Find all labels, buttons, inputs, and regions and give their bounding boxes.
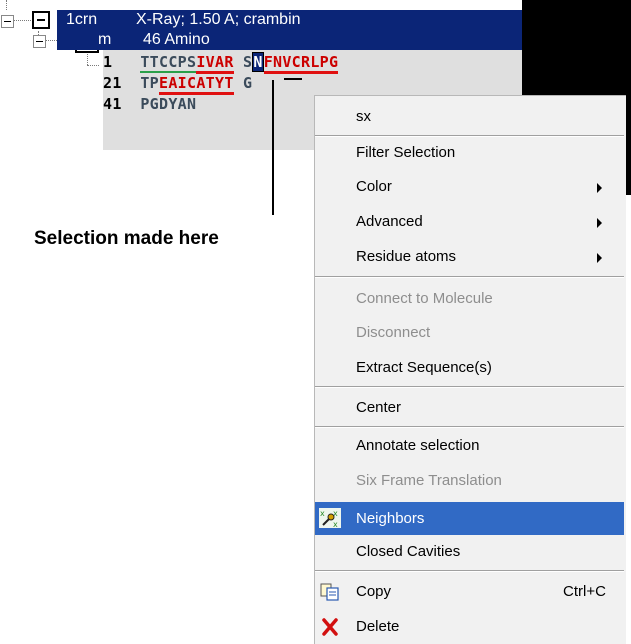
sequence-segment[interactable]: TP (140, 74, 159, 92)
sequence-line-1[interactable]: 1 TTCCPSIVAR SNFNVCRLPG (103, 52, 339, 74)
sequence-line-2[interactable]: 21 TPEAICATYT G (103, 74, 253, 95)
menu-separator (315, 386, 624, 388)
tree-line (87, 65, 99, 66)
selected-residues[interactable]: EAICATYT (159, 74, 234, 95)
menu-item-disconnect[interactable]: Disconnect (315, 319, 624, 347)
context-menu: sx Filter Selection Color Advanced Resid… (314, 95, 626, 644)
menu-item-label: Closed Cavities (356, 543, 461, 560)
sequence-segment[interactable]: G (234, 74, 253, 92)
structure-description: X-Ray; 1.50 A; crambin (136, 11, 301, 28)
menu-item-closed-cavities[interactable]: Closed Cavities (315, 538, 624, 566)
menu-item-label: Color (356, 178, 392, 195)
cursor-residue[interactable]: N (252, 52, 264, 72)
menu-item-label: Copy (356, 583, 392, 600)
menu-item-neighbors[interactable]: x x x Neighbors (315, 502, 624, 535)
submenu-arrow-icon (597, 183, 602, 193)
menu-item-advanced[interactable]: Advanced (315, 208, 624, 236)
svg-text:x: x (333, 520, 338, 528)
menu-item-label: Annotate selection (356, 437, 480, 454)
sequence-segment[interactable]: S (234, 53, 253, 71)
residue-number: 1 (103, 53, 113, 71)
annotation-pointer (272, 80, 274, 215)
menu-item-label: Disconnect (356, 324, 431, 341)
tree-line (14, 20, 31, 21)
menu-separator (315, 570, 624, 572)
collapse-icon[interactable] (33, 35, 46, 48)
svg-text:x: x (320, 509, 325, 518)
menu-item-sx[interactable]: sx (315, 103, 624, 131)
copy-icon (320, 583, 339, 601)
collapse-toggle-1crn[interactable] (32, 11, 50, 29)
menu-item-extract-sequences[interactable]: Extract Sequence(s) (315, 354, 624, 382)
menu-item-label: Advanced (356, 213, 423, 230)
menu-item-label: Six Frame Translation (356, 472, 502, 489)
menu-item-label: Filter Selection (356, 144, 456, 161)
sequence-segment[interactable]: PGDYAN (140, 95, 196, 113)
delete-icon (322, 618, 338, 636)
menu-item-label: sx (356, 108, 371, 125)
menu-item-label: Extract Sequence(s) (356, 359, 492, 376)
minus-icon (37, 19, 45, 21)
menu-item-shortcut: Ctrl+C (563, 583, 606, 600)
menu-item-annotate-selection[interactable]: Annotate selection (315, 432, 624, 460)
sequence-segment[interactable]: TTCCPS (140, 53, 197, 73)
annotation-pointer (284, 78, 302, 80)
menu-item-filter-selection[interactable]: Filter Selection (315, 139, 624, 167)
sequence-line-3[interactable]: 41 PGDYAN (103, 95, 196, 113)
tree-line (6, 0, 7, 10)
collapse-icon[interactable] (1, 15, 14, 28)
menu-item-label: Center (356, 399, 402, 416)
menu-item-residue-atoms[interactable]: Residue atoms (315, 243, 624, 271)
menu-item-label: Neighbors (356, 510, 425, 527)
submenu-arrow-icon (597, 218, 602, 228)
tree-row-1crn[interactable]: 1crn X-Ray; 1.50 A; crambin (57, 10, 522, 30)
structure-id: 1crn (66, 11, 98, 28)
neighbors-icon: x x x (319, 508, 341, 528)
menu-item-copy[interactable]: Copy Ctrl+C (315, 578, 624, 606)
residue-number: 41 (103, 95, 122, 113)
tree-line (87, 51, 88, 65)
menu-separator (315, 276, 624, 278)
annotation-label: Selection made here (34, 228, 219, 249)
chain-id: m (98, 31, 112, 48)
menu-item-label: Connect to Molecule (356, 290, 493, 307)
menu-item-connect-to-molecule[interactable]: Connect to Molecule (315, 285, 624, 313)
chain-description: 46 Amino (143, 31, 210, 48)
menu-item-six-frame-translation[interactable]: Six Frame Translation (315, 467, 624, 495)
menu-separator (315, 426, 624, 428)
menu-separator (315, 135, 624, 137)
selected-residues[interactable]: FNVCRLPG (263, 53, 339, 74)
residue-number: 21 (103, 74, 122, 92)
menu-item-label: Delete (356, 618, 400, 635)
submenu-arrow-icon (597, 253, 602, 263)
menu-item-delete[interactable]: Delete (315, 613, 624, 641)
selected-residues[interactable]: IVAR (196, 53, 234, 74)
menu-item-center[interactable]: Center (315, 394, 624, 422)
menu-item-label: Residue atoms (356, 248, 457, 265)
tree-row-chain[interactable]: m 46 Amino (57, 30, 522, 50)
tree-gutter (0, 0, 57, 60)
menu-item-color[interactable]: Color (315, 173, 624, 201)
